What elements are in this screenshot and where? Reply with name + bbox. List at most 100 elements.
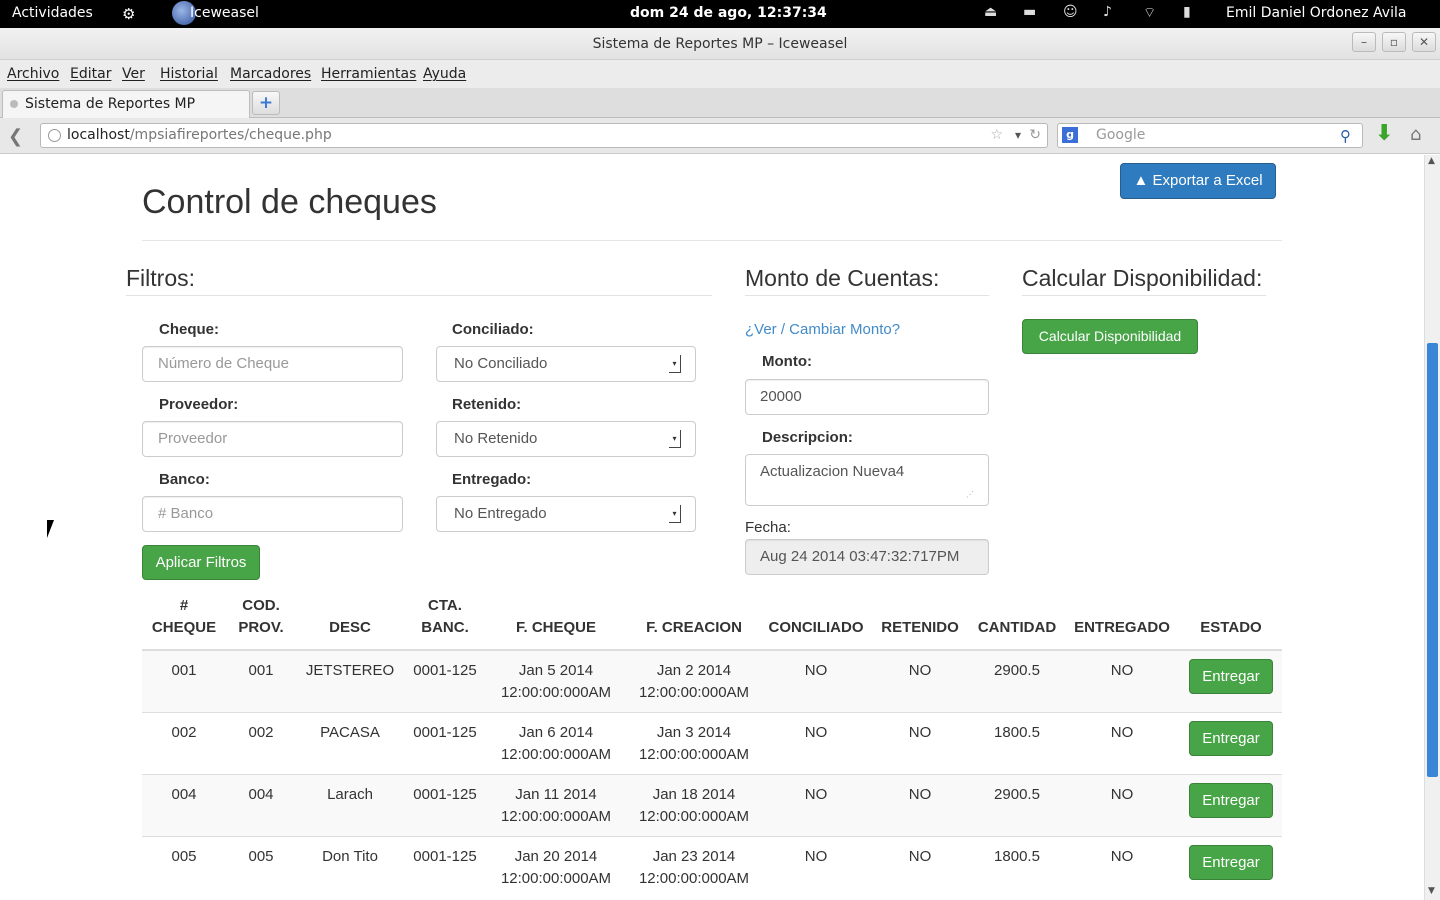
menu-herramientas[interactable]: Herramientas bbox=[321, 66, 416, 82]
cell-f-cheque: Jan 20 2014 12:00:00:000AM bbox=[486, 835, 626, 898]
page-content: Control de cheques ▲ Exportar a Excel Fi… bbox=[0, 155, 1424, 900]
proveedor-input[interactable]: Proveedor bbox=[142, 421, 403, 457]
cell-f-cheque: Jan 11 2014 12:00:00:000AM bbox=[486, 773, 626, 836]
proveedor-label: Proveedor: bbox=[159, 396, 239, 413]
url-bar[interactable]: localhost/mpsiafireportes/cheque.php ☆ ▾… bbox=[40, 123, 1048, 148]
menu-bar: Archivo Editar Ver Historial Marcadores … bbox=[0, 60, 1440, 88]
monto-divider bbox=[745, 295, 989, 296]
folder-icon[interactable]: ▬ bbox=[1023, 4, 1036, 20]
history-dropdown-icon[interactable]: ▾ bbox=[1015, 124, 1021, 147]
entregar-button[interactable]: Entregar bbox=[1189, 844, 1273, 880]
close-window-button[interactable]: ✕ bbox=[1412, 32, 1436, 52]
cell-cod-prov: 004 bbox=[226, 773, 296, 836]
cell-cod-prov: 002 bbox=[226, 711, 296, 774]
retenido-select[interactable]: No Retenido ▾ bbox=[436, 421, 696, 457]
cell-f-creacion: Jan 18 2014 12:00:00:000AM bbox=[626, 773, 762, 836]
download-icon[interactable]: ⬇ bbox=[1375, 121, 1393, 146]
eject-icon[interactable]: ⏏ bbox=[984, 4, 997, 20]
reload-icon[interactable]: ↻ bbox=[1029, 124, 1041, 147]
cell-conciliado: NO bbox=[762, 835, 870, 898]
monto-label: Monto: bbox=[762, 353, 812, 370]
entregado-select[interactable]: No Entregado ▾ bbox=[436, 496, 696, 532]
cell-cantidad: 1800.5 bbox=[970, 835, 1064, 898]
column-header-text: PROV. bbox=[238, 619, 284, 636]
cell-entregado: NO bbox=[1064, 649, 1180, 712]
maximize-button[interactable]: ▫ bbox=[1382, 32, 1406, 52]
column-header-text: CHEQUE bbox=[151, 619, 217, 636]
column-header: # CHEQUE bbox=[142, 595, 226, 651]
entregar-button[interactable]: Entregar bbox=[1189, 720, 1273, 756]
page-scrollbar[interactable]: ▲ ▼ bbox=[1424, 155, 1440, 900]
tab-favicon-icon bbox=[10, 100, 18, 108]
table-row: 001 001 JETSTEREO 0001-125 Jan 5 2014 12:00:0… bbox=[142, 649, 1282, 712]
bookmark-star-icon[interactable]: ☆ bbox=[990, 124, 1003, 147]
google-engine-icon[interactable]: g bbox=[1062, 127, 1078, 143]
cheque-input[interactable]: Número de Cheque bbox=[142, 346, 403, 382]
conciliado-select[interactable]: No Conciliado ▾ bbox=[436, 346, 696, 382]
disponibilidad-heading: Calcular Disponibilidad: bbox=[1022, 265, 1263, 291]
menu-ver[interactable]: Ver bbox=[122, 66, 145, 82]
cell-f-creacion: Jan 23 2014 12:00:00:000AM bbox=[626, 835, 762, 898]
tab-sistema-reportes[interactable]: Sistema de Reportes MP bbox=[2, 90, 250, 118]
cell-cta-banc: 0001-125 bbox=[404, 649, 486, 712]
battery-icon[interactable]: ▮ bbox=[1183, 4, 1191, 20]
home-icon[interactable]: ⌂ bbox=[1410, 124, 1421, 145]
title-divider bbox=[142, 240, 1282, 241]
entregar-button[interactable]: Entregar bbox=[1189, 659, 1273, 694]
banco-input[interactable]: # Banco bbox=[142, 496, 403, 532]
search-icon[interactable]: ⚲ bbox=[1340, 125, 1360, 145]
apps-gear-icon[interactable]: ⚙ bbox=[122, 5, 135, 23]
back-arrow-icon[interactable]: ❮ bbox=[8, 126, 23, 147]
volume-icon[interactable]: ♪ bbox=[1103, 4, 1112, 20]
user-menu[interactable]: Emil Daniel Ordonez Avila bbox=[1226, 5, 1406, 21]
calcular-disponibilidad-button[interactable]: Calcular Disponibilidad bbox=[1022, 319, 1198, 354]
cell-entregado: NO bbox=[1064, 773, 1180, 836]
activities-button[interactable]: Actividades bbox=[12, 5, 93, 21]
new-tab-button[interactable]: + bbox=[252, 91, 280, 115]
menu-archivo[interactable]: Archivo bbox=[7, 66, 59, 82]
search-bar[interactable]: g Google ⚲ bbox=[1057, 123, 1363, 148]
menu-editar[interactable]: Editar bbox=[70, 66, 111, 82]
gnome-top-bar: Actividades ⚙ Iceweasel dom 24 de ago, 1… bbox=[0, 0, 1440, 28]
export-label: Exportar a Excel bbox=[1152, 172, 1263, 189]
descripcion-textarea[interactable]: Actualizacion Nueva4 ⋰ bbox=[745, 454, 989, 506]
cell-cheque: 004 bbox=[142, 773, 226, 836]
column-header-text: ESTADO bbox=[1200, 619, 1262, 636]
export-excel-button[interactable]: ▲ Exportar a Excel bbox=[1120, 163, 1276, 199]
retenido-label: Retenido: bbox=[452, 396, 522, 413]
entregar-button[interactable]: Entregar bbox=[1189, 782, 1273, 818]
cell-cod-prov: 005 bbox=[226, 835, 296, 898]
menu-marcadores[interactable]: Marcadores bbox=[230, 66, 311, 82]
clock[interactable]: dom 24 de ago, 12:37:34 bbox=[630, 5, 827, 21]
export-icon: ▲ bbox=[1133, 172, 1153, 189]
ver-cambiar-monto-link[interactable]: ¿Ver / Cambiar Monto? bbox=[745, 321, 900, 338]
site-identity-icon[interactable] bbox=[48, 129, 61, 142]
cell-cheque: 005 bbox=[142, 835, 226, 898]
menu-ayuda[interactable]: Ayuda bbox=[423, 66, 466, 82]
scrollbar-thumb[interactable] bbox=[1427, 343, 1438, 777]
disponibilidad-divider bbox=[1022, 295, 1266, 296]
filters-heading: Filtros: bbox=[126, 265, 195, 291]
column-header: CONCILIADO bbox=[762, 595, 870, 651]
app-menu[interactable]: Iceweasel bbox=[190, 5, 259, 21]
cell-desc: PACASA bbox=[296, 711, 404, 774]
accessibility-icon[interactable]: ☺ bbox=[1063, 4, 1078, 20]
date-line: Jan 3 2014 bbox=[656, 723, 732, 741]
cell-cantidad: 2900.5 bbox=[970, 649, 1064, 712]
entregado-value: No Entregado bbox=[454, 505, 547, 522]
cell-f-cheque: Jan 5 2014 12:00:00:000AM bbox=[486, 649, 626, 712]
date-line: 12:00:00:000AM bbox=[638, 807, 750, 825]
cell-retenido: NO bbox=[870, 835, 970, 898]
cell-f-creacion: Jan 2 2014 12:00:00:000AM bbox=[626, 649, 762, 712]
resize-grip-icon[interactable]: ⋰ bbox=[966, 490, 974, 499]
scroll-up-arrow-icon[interactable]: ▲ bbox=[1428, 156, 1435, 166]
cell-cheque: 001 bbox=[142, 649, 226, 712]
menu-historial[interactable]: Historial bbox=[160, 66, 218, 82]
wifi-icon[interactable]: ⌔ bbox=[1143, 4, 1156, 22]
apply-filters-button[interactable]: Aplicar Filtros bbox=[142, 545, 260, 580]
minimize-button[interactable]: – bbox=[1352, 32, 1376, 52]
filters-divider bbox=[126, 295, 712, 296]
column-header: ENTREGADO bbox=[1064, 595, 1180, 651]
scroll-down-arrow-icon[interactable]: ▼ bbox=[1428, 886, 1435, 896]
monto-input[interactable]: 20000 bbox=[745, 379, 989, 415]
